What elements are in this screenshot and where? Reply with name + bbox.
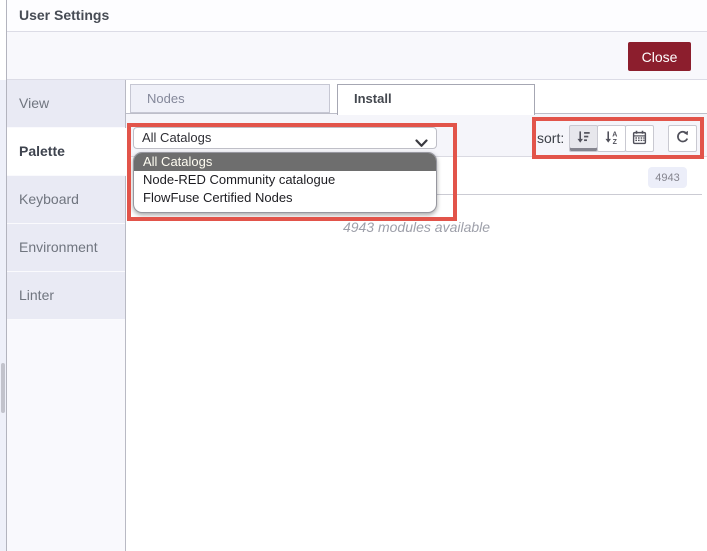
close-button[interactable]: Close [628,42,691,71]
sidebar-item-label: Linter [19,287,55,303]
dialog-header-row: Close [7,32,707,80]
sort-amount-desc-button[interactable] [569,125,598,152]
sort-label: sort: [537,130,565,146]
settings-sidebar: View Palette Keyboard Environment Linter [7,80,127,551]
dropdown-option-all-catalogs[interactable]: All Catalogs [134,153,436,171]
calendar-sort-button[interactable] [625,125,654,152]
dropdown-option-flowfuse-certified[interactable]: FlowFuse Certified Nodes [134,189,436,207]
sidebar-item-label: Environment [19,239,98,255]
sidebar-item-view[interactable]: View [7,80,126,128]
sidebar-item-label: View [19,95,50,111]
sidebar-item-linter[interactable]: Linter [7,272,126,320]
sidebar-item-environment[interactable]: Environment [7,224,126,272]
modules-available-text: 4943 modules available [342,219,491,235]
catalog-select[interactable]: All Catalogs [133,127,437,149]
svg-text:Z: Z [613,139,618,145]
tab-install[interactable]: Install [337,84,535,115]
sort-alpha-asc-icon: A Z [604,130,619,148]
catalog-dropdown-list: All Catalogs Node-RED Community catalogu… [133,152,437,213]
refresh-icon [675,130,690,148]
sort-alpha-asc-button[interactable]: A Z [597,125,626,152]
module-count-badge: 4943 [648,167,687,188]
sidebar-item-keyboard[interactable]: Keyboard [7,176,126,224]
catalog-select-value: All Catalogs [142,130,212,145]
dropdown-option-node-red-community[interactable]: Node-RED Community catalogue [134,171,436,189]
user-settings-dialog: User Settings Close View Palette Keyboar… [0,0,707,551]
sidebar-item-label: Keyboard [19,191,79,207]
calendar-icon [632,130,647,148]
tab-nodes[interactable]: Nodes [130,84,330,113]
page-scrollbar-thumb[interactable] [1,363,5,413]
chevron-down-icon [415,134,428,154]
refresh-button[interactable] [668,125,697,152]
sidebar-item-palette[interactable]: Palette [7,128,127,176]
svg-text:A: A [612,131,617,138]
sort-amount-desc-icon [576,130,591,148]
dialog-title: User Settings [7,0,707,32]
sidebar-item-label: Palette [19,143,65,159]
